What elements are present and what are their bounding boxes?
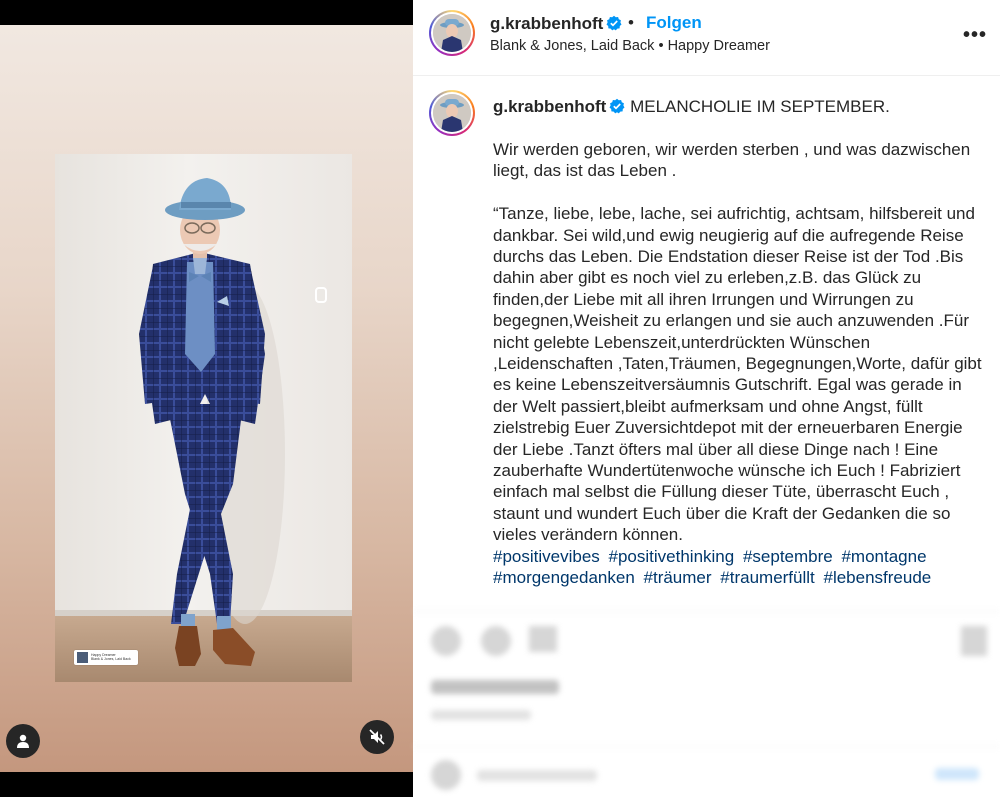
avatar-image	[433, 14, 471, 52]
post-date	[431, 710, 531, 720]
share-icon[interactable]	[529, 626, 557, 652]
tag-icon[interactable]	[315, 287, 327, 303]
verified-badge-icon	[606, 15, 622, 31]
comment-icon[interactable]	[481, 626, 511, 656]
save-icon[interactable]	[961, 626, 987, 656]
emoji-icon[interactable]	[431, 760, 461, 790]
post-details-panel: g.krabbenhoft • Folgen Blank & Jones, La…	[413, 0, 1000, 797]
music-sticker[interactable]: Happy Dreamer Blank & Jones, Laid Back	[74, 650, 138, 665]
caption-scroll-area[interactable]: g.krabbenhoft MELANCHOLIE IM SEPTEMBER. …	[413, 77, 1000, 610]
tagged-users-button[interactable]	[6, 724, 40, 758]
caption-verified-badge-icon	[609, 98, 625, 114]
caption-title: MELANCHOLIE IM SEPTEMBER.	[630, 97, 890, 116]
audio-artist[interactable]: Blank & Jones, Laid Back	[490, 38, 654, 54]
caption-avatar-image	[433, 94, 471, 132]
caption-paragraph-2: “Tanze, liebe, lebe, lache, sei aufricht…	[493, 204, 982, 545]
post-media[interactable]: Happy Dreamer Blank & Jones, Laid Back	[0, 0, 413, 797]
caption-header: g.krabbenhoft MELANCHOLIE IM SEPTEMBER.	[493, 97, 890, 117]
blurred-actions-area	[413, 611, 1000, 797]
hashtag-link[interactable]: #septembre	[743, 547, 833, 566]
comment-input[interactable]	[477, 770, 597, 781]
hashtag-link[interactable]: #träumer	[644, 568, 712, 587]
album-cover	[77, 652, 88, 663]
like-icon[interactable]	[431, 626, 461, 656]
likes-count[interactable]	[431, 680, 559, 694]
man-in-suit-illustration	[139, 178, 285, 666]
mute-button[interactable]	[360, 720, 394, 754]
header-avatar[interactable]	[429, 10, 475, 56]
audio-link[interactable]: Blank & Jones, Laid Back • Happy Dreamer	[490, 38, 770, 54]
post-photo[interactable]: Happy Dreamer Blank & Jones, Laid Back	[55, 154, 352, 682]
sticker-track-artist: Blank & Jones, Laid Back	[91, 656, 131, 661]
hashtag-link[interactable]: #montagne	[841, 547, 926, 566]
hashtag-link[interactable]: #traumerfüllt	[720, 568, 814, 587]
post-comment-button[interactable]	[935, 768, 979, 780]
caption-username[interactable]: g.krabbenhoft	[493, 97, 606, 116]
post-header: g.krabbenhoft • Folgen Blank & Jones, La…	[413, 0, 1000, 76]
audio-separator: •	[658, 38, 664, 54]
divider	[413, 746, 1000, 747]
more-options-icon[interactable]: •••	[963, 24, 987, 47]
hashtag-link[interactable]: #lebensfreude	[824, 568, 932, 587]
user-icon	[17, 734, 29, 748]
speaker-muted-icon	[369, 729, 385, 745]
hashtag-list: #positivevibes #positivethinking #septem…	[493, 546, 983, 589]
header-separator: •	[628, 13, 634, 32]
hashtag-link[interactable]: #positivethinking	[609, 547, 735, 566]
caption-paragraph-1: Wir werden geboren, wir werden sterben ,…	[493, 140, 971, 181]
hashtag-link[interactable]: #positivevibes	[493, 547, 600, 566]
audio-title[interactable]: Happy Dreamer	[668, 38, 770, 54]
header-username-text[interactable]: g.krabbenhoft	[490, 14, 603, 33]
caption-avatar[interactable]	[429, 90, 475, 136]
header-username[interactable]: g.krabbenhoft	[490, 14, 622, 34]
hashtag-link[interactable]: #morgengedanken	[493, 568, 635, 587]
caption-body: Wir werden geboren, wir werden sterben ,…	[493, 139, 983, 589]
follow-button[interactable]: Folgen	[646, 13, 702, 33]
